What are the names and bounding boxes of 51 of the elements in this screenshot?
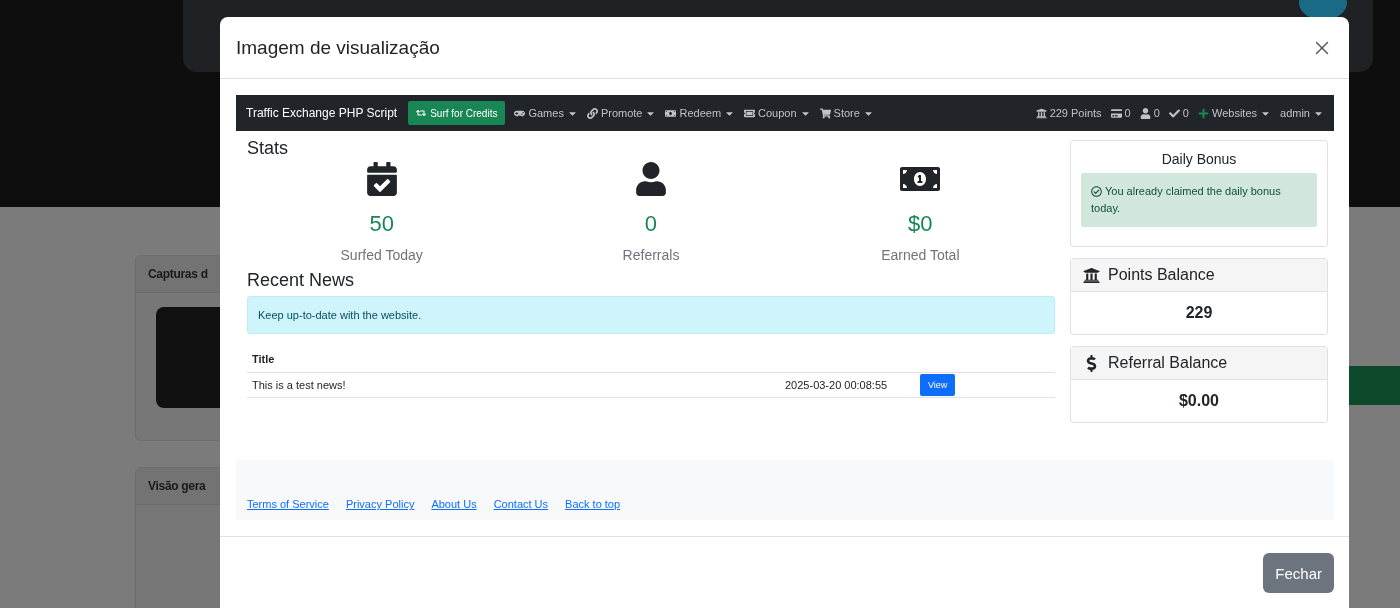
close-button[interactable]: Fechar — [1263, 553, 1334, 593]
card-title: Referral Balance — [1108, 354, 1228, 372]
footer-link[interactable]: Contact Us — [493, 498, 549, 510]
stat-value: 0 — [644, 211, 658, 237]
link-icon — [586, 107, 598, 119]
stat-label: Surfed Today — [340, 247, 423, 263]
counter-link[interactable]: 229 Points — [1049, 107, 1102, 119]
calendar-check-icon — [364, 162, 399, 196]
bank-icon — [1083, 266, 1100, 284]
stat-value: $0 — [908, 211, 933, 237]
footer-link[interactable]: Privacy Policy — [345, 498, 415, 510]
brand-link[interactable]: Traffic Exchange PHP Script — [246, 106, 398, 120]
stat-label: Referrals — [622, 247, 680, 263]
footer-link[interactable]: About Us — [431, 498, 477, 510]
menu-link[interactable]: Promote — [600, 107, 643, 119]
card-title: Points Balance — [1108, 266, 1215, 284]
counter-link[interactable]: 0 — [1124, 107, 1131, 119]
success-alert: You already claimed the daily bonus today. — [1081, 173, 1317, 227]
bank-icon — [1035, 107, 1047, 119]
stat-label: Earned Total — [881, 247, 960, 263]
user-icon — [1139, 107, 1151, 119]
card-icon — [1110, 107, 1122, 119]
menu-link[interactable]: Games — [528, 107, 564, 119]
cart-icon — [819, 107, 831, 119]
check-icon — [1168, 107, 1180, 119]
column-header: Title — [252, 352, 276, 367]
menu-link[interactable]: Websites — [1212, 107, 1258, 119]
section-heading: Stats — [247, 138, 290, 159]
plus-icon — [1198, 107, 1209, 119]
menu-link[interactable]: Redeem — [679, 107, 722, 119]
info-alert: Keep up-to-date with the website. — [247, 296, 1055, 334]
table-cell-text: This is a test news! — [252, 378, 347, 393]
user-menu[interactable]: admin — [1280, 107, 1310, 119]
table-cell-text: 2025-03-20 00:08:55 — [785, 378, 889, 393]
view-button[interactable]: View — [920, 374, 956, 396]
ticket-icon — [744, 107, 756, 119]
user-icon — [634, 162, 668, 196]
repeat-icon — [416, 108, 427, 118]
banknote-icon — [665, 107, 677, 119]
footer-link[interactable]: Back to top — [565, 498, 621, 510]
menu-link[interactable]: Coupon — [758, 107, 797, 119]
balance-value: $0.00 — [1177, 391, 1220, 411]
stat-value: 50 — [369, 211, 394, 237]
menu-link[interactable]: Store — [833, 107, 860, 119]
background-bar — [1349, 366, 1400, 405]
card-title: Daily Bonus — [1160, 150, 1238, 169]
balance-value: 229 — [1184, 303, 1214, 323]
counter-link[interactable]: 0 — [1182, 107, 1189, 119]
counter-link[interactable]: 0 — [1153, 107, 1160, 119]
surf-button[interactable]: Surf for Credits — [408, 101, 506, 125]
modal-title: Imagem de visualização — [236, 36, 440, 59]
